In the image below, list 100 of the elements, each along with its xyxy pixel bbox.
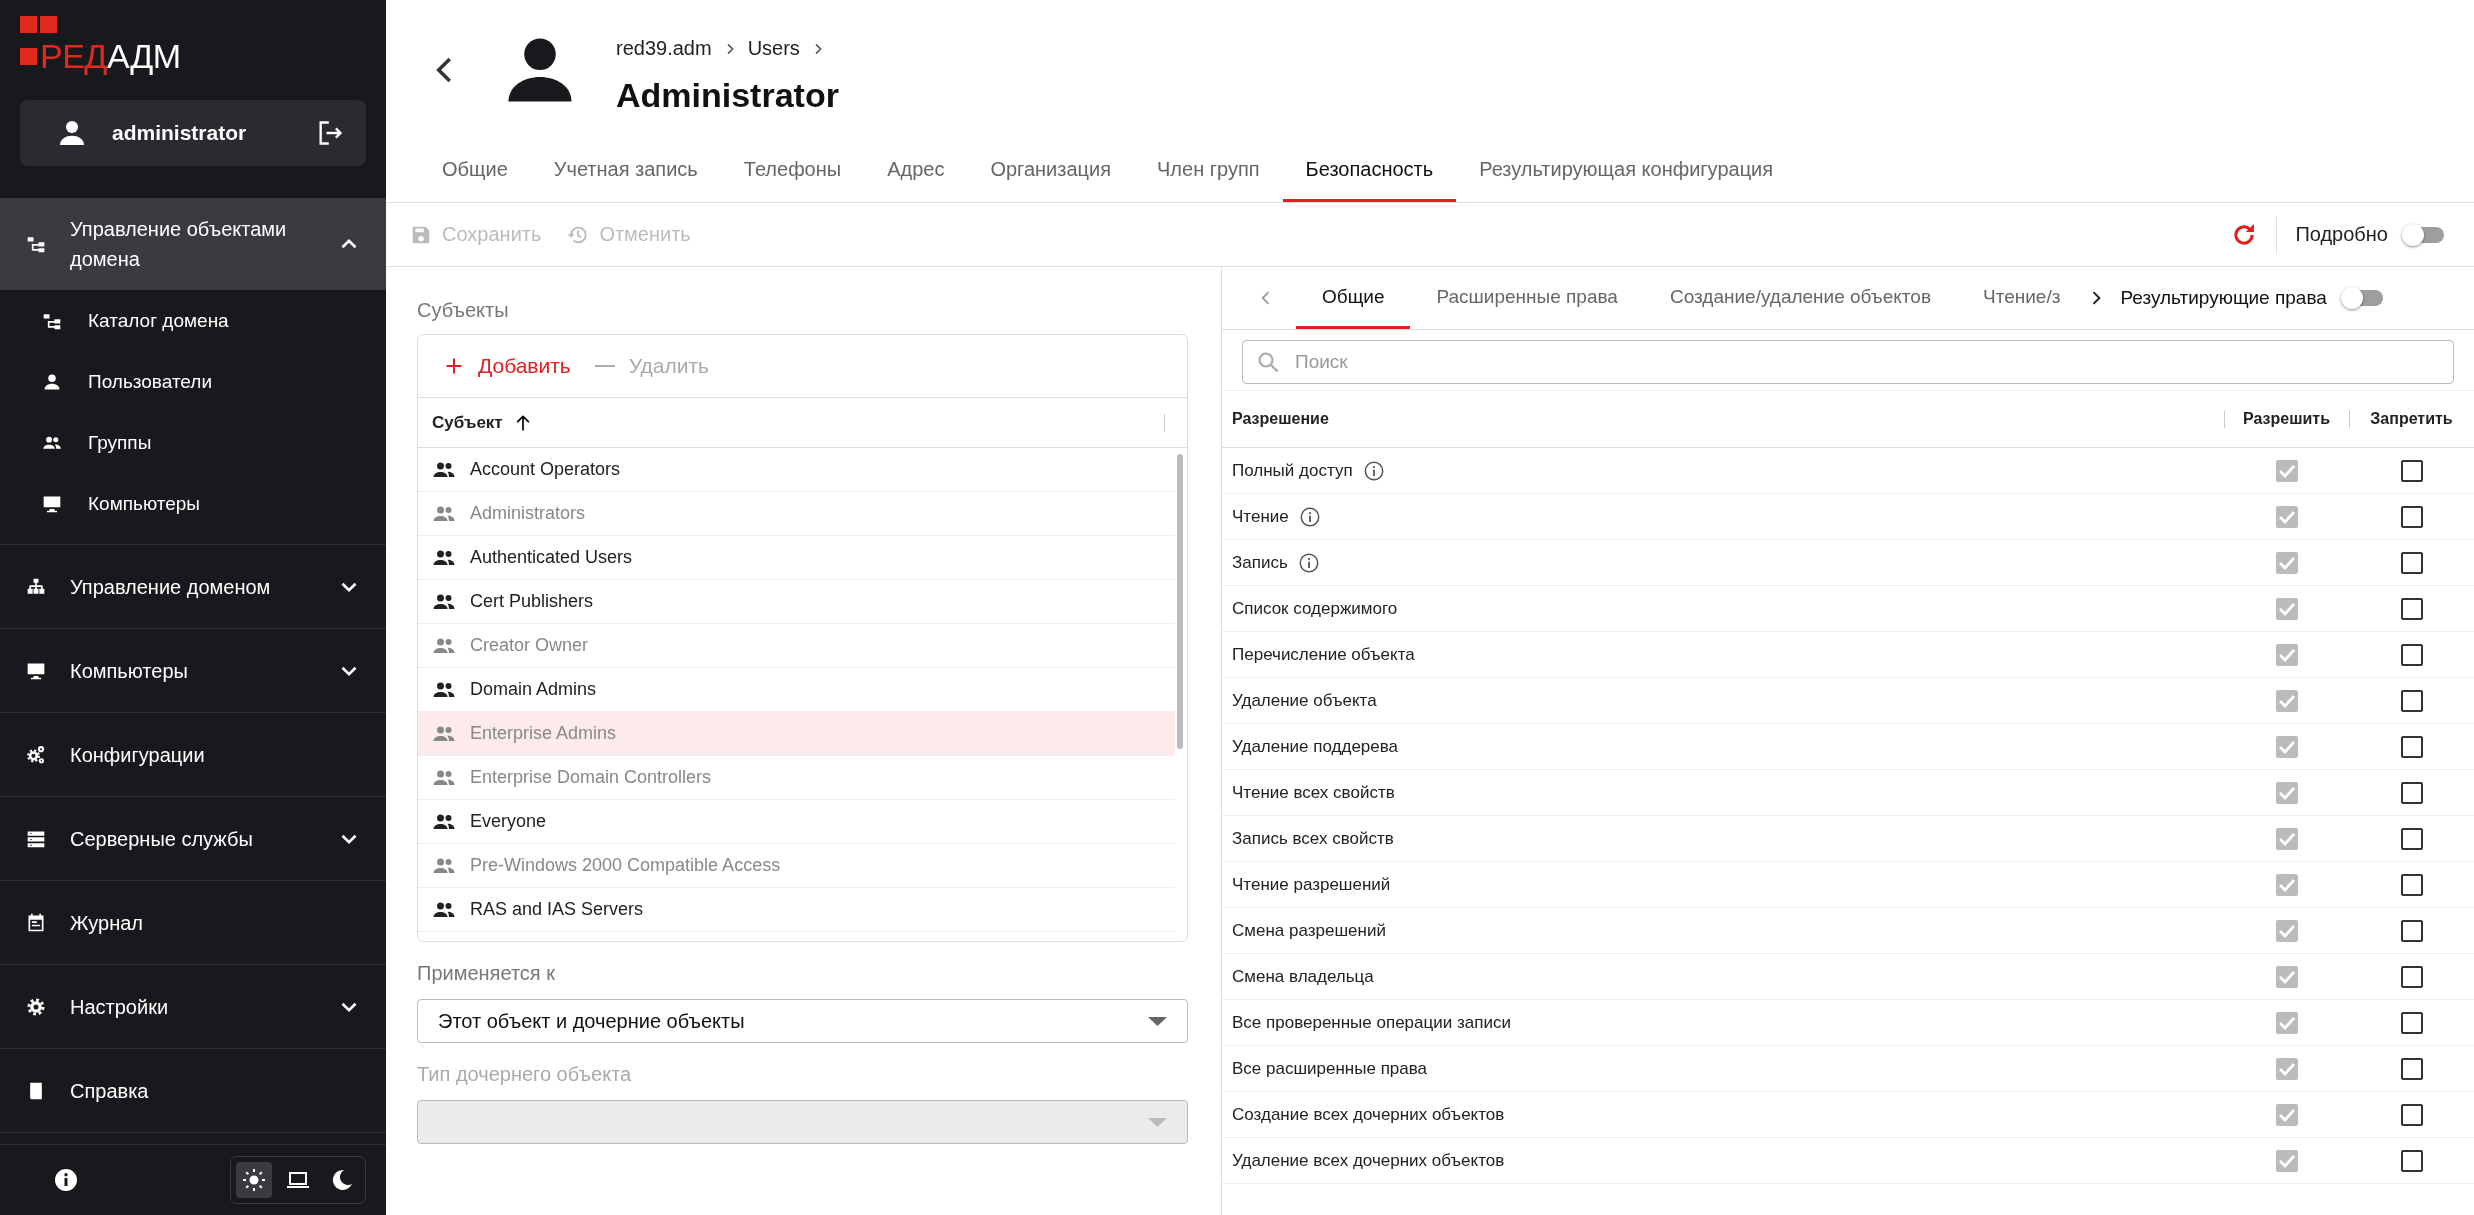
checkbox[interactable] bbox=[2400, 689, 2423, 712]
checkbox[interactable] bbox=[2400, 873, 2423, 896]
permission-name: Все расширенные права bbox=[1232, 1058, 1428, 1079]
moon-icon bbox=[330, 1168, 354, 1192]
theme-button[interactable] bbox=[236, 1162, 272, 1198]
toggle-switch[interactable] bbox=[2402, 223, 2444, 246]
permission-name: Полный доступ bbox=[1232, 460, 1353, 481]
checkbox[interactable] bbox=[2400, 505, 2423, 528]
nav-subitem[interactable]: Компьютеры bbox=[0, 473, 386, 534]
sitemap-icon bbox=[26, 576, 46, 597]
tab[interactable]: Член групп bbox=[1134, 140, 1283, 202]
list-row[interactable]: Enterprise Domain Controllers bbox=[418, 756, 1175, 800]
checkbox[interactable] bbox=[2400, 965, 2423, 988]
permission-name: Запись bbox=[1232, 552, 1288, 573]
list-row[interactable]: RAS and IAS Servers bbox=[418, 888, 1175, 932]
sun-icon bbox=[242, 1168, 266, 1192]
settings-icon bbox=[26, 996, 46, 1017]
list-row[interactable]: Creator Owner bbox=[418, 624, 1175, 668]
column-header: Запретить bbox=[2370, 410, 2453, 428]
page-title: Administrator bbox=[616, 76, 839, 115]
tab[interactable]: Телефоны bbox=[720, 140, 865, 202]
checkbox[interactable] bbox=[2400, 827, 2423, 850]
hierarchy-icon bbox=[26, 234, 46, 254]
checkbox[interactable] bbox=[2400, 1103, 2423, 1126]
nav-item[interactable]: Журнал bbox=[0, 881, 386, 965]
checkbox[interactable] bbox=[2400, 551, 2423, 574]
breadcrumb-link[interactable]: Users bbox=[747, 37, 800, 60]
nav-subitem[interactable]: Пользователи bbox=[0, 351, 386, 412]
toggle-label: Подробно bbox=[2295, 223, 2388, 246]
checkbox[interactable] bbox=[2400, 597, 2423, 620]
add-button[interactable]: Добавить bbox=[444, 354, 571, 378]
minus-icon bbox=[594, 365, 615, 367]
column-header: Разрешение bbox=[1232, 410, 1329, 428]
nav-item[interactable]: Управление объектами домена bbox=[0, 198, 386, 290]
column-header[interactable]: Субъект bbox=[432, 412, 503, 433]
tab[interactable]: Общие bbox=[419, 140, 531, 202]
checkbox[interactable] bbox=[2400, 643, 2423, 666]
list-row[interactable]: Pre-Windows 2000 Compatible Access bbox=[418, 844, 1175, 888]
dropdown[interactable]: Этот объект и дочерние объекты bbox=[417, 999, 1188, 1043]
field-label: Применяется к bbox=[417, 962, 556, 985]
permission-name: Удаление поддерева bbox=[1232, 736, 1399, 757]
tab[interactable]: Общие bbox=[1296, 267, 1411, 329]
permission-name: Удаление объекта bbox=[1232, 690, 1377, 711]
tab[interactable]: Результирующая конфигурация bbox=[1456, 140, 1797, 202]
checkbox[interactable] bbox=[2400, 1057, 2423, 1080]
plus-icon bbox=[444, 356, 464, 376]
info-icon[interactable] bbox=[54, 1168, 78, 1192]
logo: РЕДАДМ bbox=[20, 14, 183, 78]
permission-name: Чтение разрешений bbox=[1232, 874, 1391, 895]
nav-subitem[interactable]: Группы bbox=[0, 412, 386, 473]
search-field[interactable]: Поиск bbox=[1242, 340, 2454, 384]
list-row[interactable]: Cert Publishers bbox=[418, 580, 1175, 624]
permission-name: Смена разрешений bbox=[1232, 920, 1386, 941]
caret-icon bbox=[1148, 1117, 1167, 1127]
checkbox[interactable] bbox=[2400, 919, 2423, 942]
nav-item[interactable]: Компьютеры bbox=[0, 629, 386, 713]
nav-item[interactable]: Конфигурации bbox=[0, 713, 386, 797]
scrollbar[interactable] bbox=[1177, 454, 1183, 749]
tab[interactable]: Чтение/з bbox=[1957, 267, 2087, 329]
permission-name: Создание всех дочерних объектов bbox=[1232, 1104, 1505, 1125]
checkbox[interactable] bbox=[2400, 459, 2423, 482]
checkbox[interactable] bbox=[2400, 1149, 2423, 1172]
tab[interactable]: Расширенные права bbox=[1410, 267, 1644, 329]
breadcrumb-link[interactable]: red39.adm bbox=[616, 37, 712, 60]
toggle-label: Результирующие права bbox=[2120, 287, 2327, 309]
tab[interactable]: Адрес bbox=[864, 140, 968, 202]
permission-name: Все проверенные операции записи bbox=[1232, 1012, 1511, 1033]
permission-name: Удаление всех дочерних объектов bbox=[1232, 1150, 1505, 1171]
permission-name: Список содержимого bbox=[1232, 598, 1398, 619]
user-name: administrator bbox=[112, 121, 248, 145]
field-label: Тип дочернего объекта bbox=[417, 1063, 633, 1086]
list-row[interactable]: Administrators bbox=[418, 492, 1175, 536]
info-icon[interactable] bbox=[1297, 551, 1320, 574]
tab[interactable]: Создание/удаление объектов bbox=[1643, 267, 1957, 329]
cogs-icon bbox=[26, 744, 46, 765]
tab[interactable]: Организация bbox=[967, 140, 1134, 202]
nav-item[interactable]: Управление доменом bbox=[0, 545, 386, 629]
journal-icon bbox=[26, 912, 46, 933]
nav-item[interactable]: Справка bbox=[0, 1049, 386, 1133]
checkbox[interactable] bbox=[2400, 1011, 2423, 1034]
section-title: Субъекты bbox=[417, 299, 510, 322]
toggle-switch[interactable] bbox=[2340, 287, 2383, 309]
search-icon bbox=[1256, 350, 1280, 374]
checkbox[interactable] bbox=[2400, 781, 2423, 804]
column-header: Разрешить bbox=[2243, 410, 2330, 428]
nav-item[interactable]: Настройки bbox=[0, 965, 386, 1049]
permission-name: Чтение bbox=[1232, 506, 1289, 527]
caret-icon bbox=[1148, 1016, 1167, 1026]
list-row[interactable]: Account Operators bbox=[418, 448, 1175, 492]
permission-name: Смена владельца bbox=[1232, 966, 1374, 987]
list-row[interactable]: Authenticated Users bbox=[418, 536, 1175, 580]
tab[interactable]: Учетная запись bbox=[530, 140, 721, 202]
nav-subitem[interactable]: Каталог домена bbox=[0, 290, 386, 351]
permission-name: Перечисление объекта bbox=[1232, 644, 1415, 665]
info-icon[interactable] bbox=[1298, 505, 1321, 528]
info-icon[interactable] bbox=[1362, 459, 1385, 482]
nav-item[interactable]: Серверные службы bbox=[0, 797, 386, 881]
checkbox[interactable] bbox=[2400, 735, 2423, 758]
list-row[interactable]: Everyone bbox=[418, 800, 1175, 844]
tab[interactable]: Безопасность bbox=[1282, 140, 1457, 202]
